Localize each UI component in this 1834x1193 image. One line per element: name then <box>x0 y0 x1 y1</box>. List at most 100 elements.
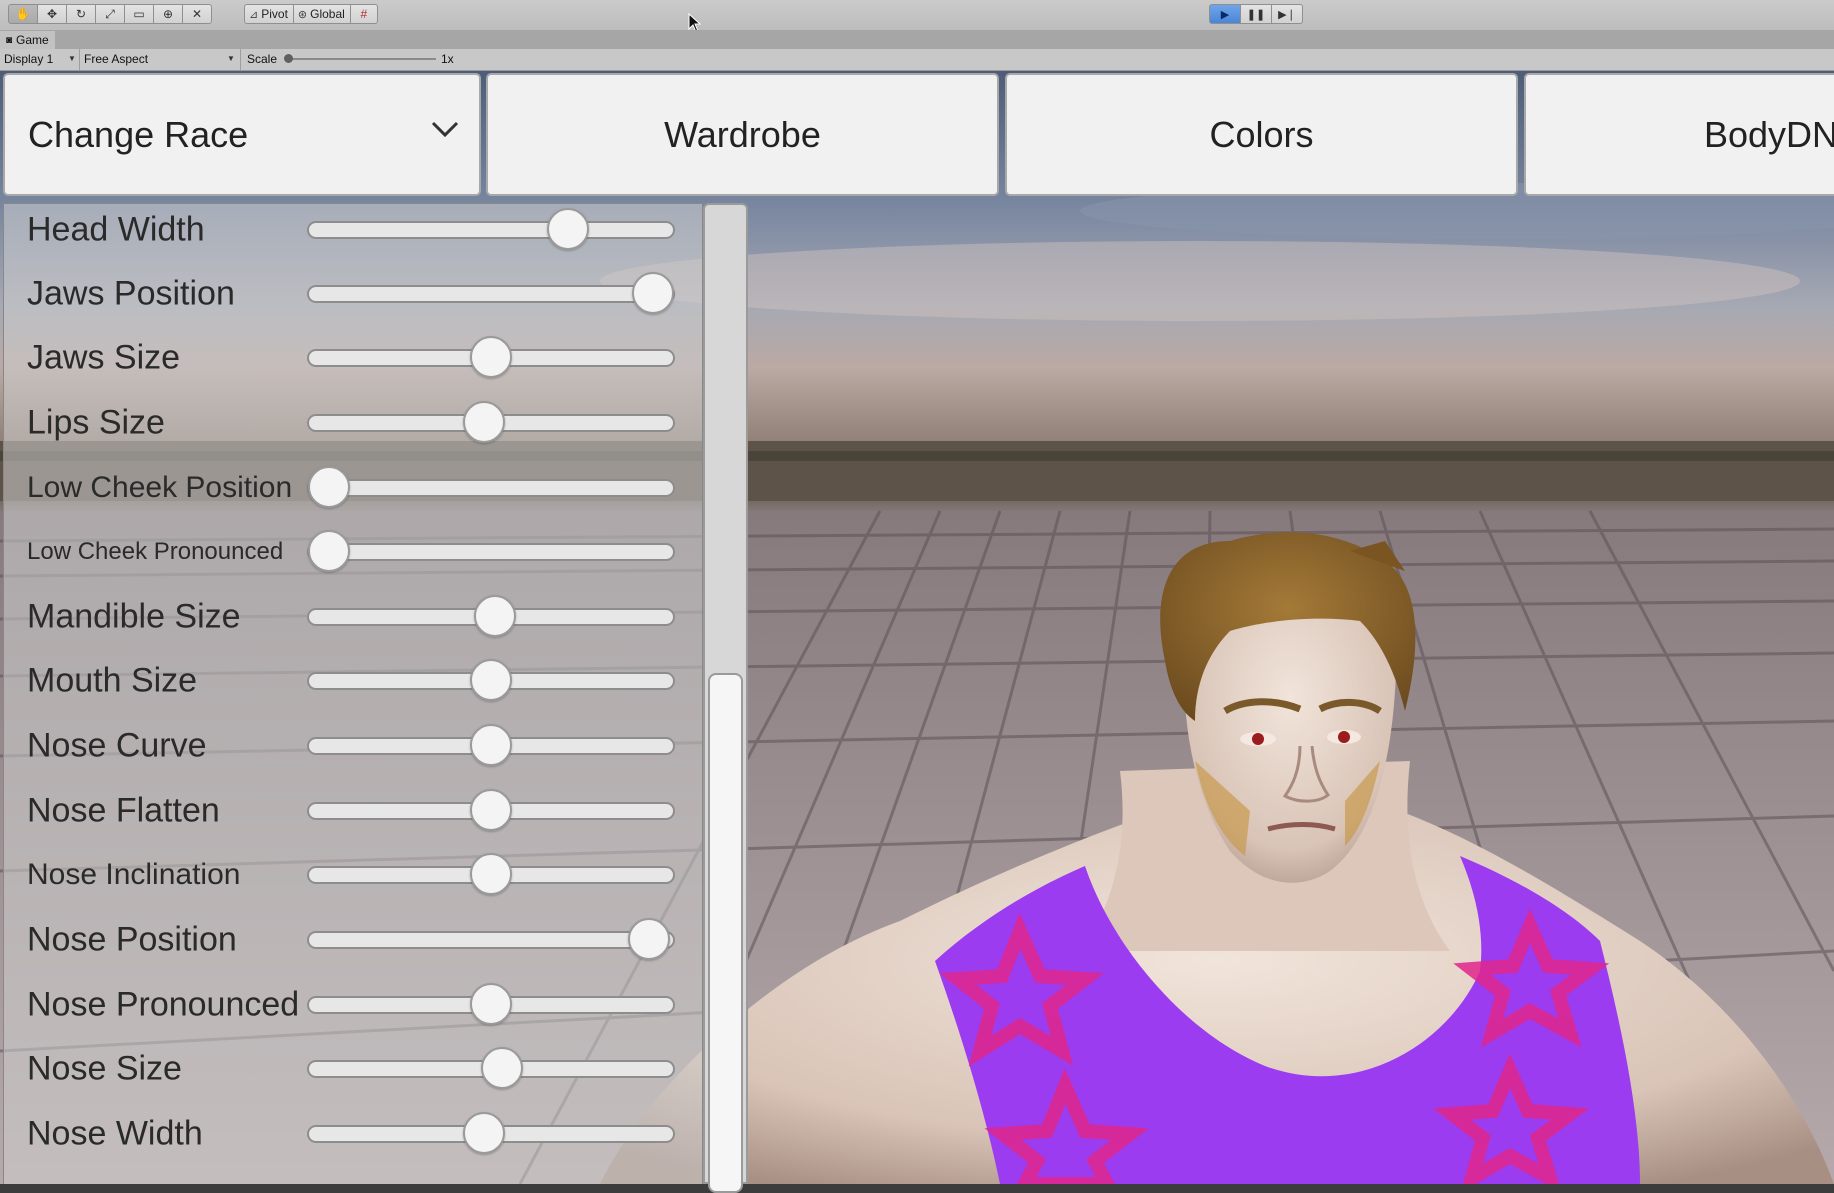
panel-scrollbar[interactable] <box>703 203 748 1193</box>
slider-label: Nose Size <box>27 1049 182 1088</box>
slider-label: Nose Curve <box>27 726 207 765</box>
game-tab-bar: ◙ Game <box>0 30 1834 50</box>
slider-knob[interactable] <box>462 1112 505 1154</box>
global-button[interactable]: ⊛ Global <box>292 4 351 24</box>
hand-icon: ✋ <box>15 7 31 21</box>
slider-row: Nose Pronounced <box>4 973 704 1037</box>
scale-tool-button[interactable]: ⤢ <box>95 4 125 24</box>
rotate-tool-button[interactable]: ↻ <box>66 4 96 24</box>
colors-label: Colors <box>1209 113 1314 155</box>
aspect-dropdown-arrow-icon: ▼ <box>227 54 235 63</box>
wardrobe-label: Wardrobe <box>664 113 821 155</box>
slider-row: Lips Size <box>4 391 704 455</box>
globe-icon: ⊛ <box>297 8 308 21</box>
move-icon: ✥ <box>46 7 58 21</box>
slider-knob[interactable] <box>470 789 512 831</box>
slider-row: Nose Position <box>4 908 704 972</box>
slider-knob[interactable] <box>631 272 674 314</box>
play-button[interactable]: ▶ <box>1209 4 1241 24</box>
step-icon: ▶❘ <box>1278 8 1296 21</box>
slider-label: Nose Width <box>27 1114 203 1153</box>
slider-track[interactable] <box>307 479 675 497</box>
display-label: Display 1 <box>4 52 54 66</box>
game-tab-label: Game <box>16 33 49 47</box>
slider-label: Jaws Position <box>27 274 235 313</box>
slider-knob[interactable] <box>628 918 671 960</box>
display-dropdown-arrow-icon: ▼ <box>68 54 76 63</box>
global-label: Global <box>310 7 345 21</box>
bodydna-label: BodyDN <box>1704 113 1834 155</box>
play-icon: ▶ <box>1220 8 1230 21</box>
slider-label: Low Cheek Pronounced <box>27 538 284 565</box>
grid-snap-button[interactable]: # <box>349 4 378 24</box>
editor-toolbar: ✋ ✥ ↻ ⤢ ▭ ⊕ ✕ ⊿ Pivot ⊛ Global # ▶ ❚❚ ▶❘ <box>0 0 1834 33</box>
slider-label: Nose Pronounced <box>27 985 300 1024</box>
slider-knob[interactable] <box>462 401 505 443</box>
grid-snap-icon: # <box>360 7 368 21</box>
slider-knob[interactable] <box>470 724 512 766</box>
dna-slider-panel: Head Width Jaws Position Jaws Size Lips Siz… <box>3 203 703 1184</box>
slider-label: Mandible Size <box>27 597 241 636</box>
aspect-label: Free Aspect <box>84 52 149 66</box>
slider-knob[interactable] <box>470 659 512 701</box>
rotate-icon: ↻ <box>75 7 87 21</box>
slider-knob[interactable] <box>470 983 512 1025</box>
separator <box>79 49 80 70</box>
slider-row: Jaws Position <box>4 262 704 326</box>
pivot-group: ⊿ Pivot ⊛ Global # <box>244 4 378 24</box>
wardrobe-button[interactable]: Wardrobe <box>486 73 999 196</box>
slider-row: Jaws Size <box>4 326 704 390</box>
game-view-bar: Display 1 ▼ Free Aspect ▼ Scale 1x <box>0 49 1834 71</box>
move-tool-button[interactable]: ✥ <box>37 4 67 24</box>
slider-knob[interactable] <box>481 1047 524 1089</box>
slider-knob[interactable] <box>308 466 351 508</box>
slider-label: Head Width <box>27 210 205 249</box>
change-race-dropdown[interactable]: Change Race <box>3 73 481 196</box>
colors-button[interactable]: Colors <box>1005 73 1518 196</box>
play-controls: ▶ ❚❚ ▶❘ <box>1209 4 1303 24</box>
slider-track[interactable] <box>307 221 675 239</box>
bodydna-button[interactable]: BodyDN <box>1524 73 1834 196</box>
step-button[interactable]: ▶❘ <box>1271 4 1303 24</box>
slider-knob[interactable] <box>547 208 590 250</box>
gamepad-icon: ◙ <box>6 34 13 46</box>
game-tab[interactable]: ◙ Game <box>0 31 55 49</box>
slider-row: Mouth Size <box>4 649 704 713</box>
slider-track[interactable] <box>307 285 675 303</box>
slider-knob[interactable] <box>470 336 512 378</box>
pause-icon: ❚❚ <box>1246 8 1266 21</box>
slider-knob[interactable] <box>470 853 512 895</box>
slider-row: Nose Inclination <box>4 843 704 907</box>
scale-slider-track[interactable] <box>288 58 436 60</box>
pause-button[interactable]: ❚❚ <box>1240 4 1272 24</box>
slider-track[interactable] <box>307 543 675 561</box>
slider-row: Head Width <box>4 198 704 262</box>
rect-tool-button[interactable]: ▭ <box>124 4 154 24</box>
slider-row: Low Cheek Pronounced <box>4 520 704 584</box>
slider-label: Mouth Size <box>27 661 198 700</box>
slider-knob[interactable] <box>473 595 516 637</box>
chevron-down-icon <box>431 121 459 138</box>
custom-tool-button[interactable]: ✕ <box>182 4 212 24</box>
slider-row: Nose Size <box>4 1037 704 1101</box>
rect-icon: ▭ <box>133 7 145 21</box>
slider-row: Low Cheek Position <box>4 456 704 520</box>
slider-row: Nose Curve <box>4 714 704 778</box>
slider-row: Nose Flatten <box>4 779 704 843</box>
transform-tool-button[interactable]: ⊕ <box>153 4 183 24</box>
slider-label: Low Cheek Position <box>27 471 293 504</box>
custom-tool-icon: ✕ <box>191 7 203 21</box>
slider-label: Nose Flatten <box>27 791 220 830</box>
aspect-dropdown[interactable]: Free Aspect <box>84 52 148 66</box>
slider-row: Nose Width <box>4 1102 704 1166</box>
panel-scrollbar-thumb[interactable] <box>708 673 743 1193</box>
transform-icon: ⊕ <box>162 7 174 21</box>
hand-tool-button[interactable]: ✋ <box>8 4 38 24</box>
display-dropdown[interactable]: Display 1 <box>4 52 53 66</box>
slider-knob[interactable] <box>308 530 351 572</box>
slider-label: Nose Inclination <box>27 858 241 891</box>
pivot-button[interactable]: ⊿ Pivot <box>244 4 294 24</box>
scale-slider-knob[interactable] <box>284 54 293 63</box>
slider-track[interactable] <box>307 931 675 949</box>
slider-row: Mandible Size <box>4 585 704 649</box>
